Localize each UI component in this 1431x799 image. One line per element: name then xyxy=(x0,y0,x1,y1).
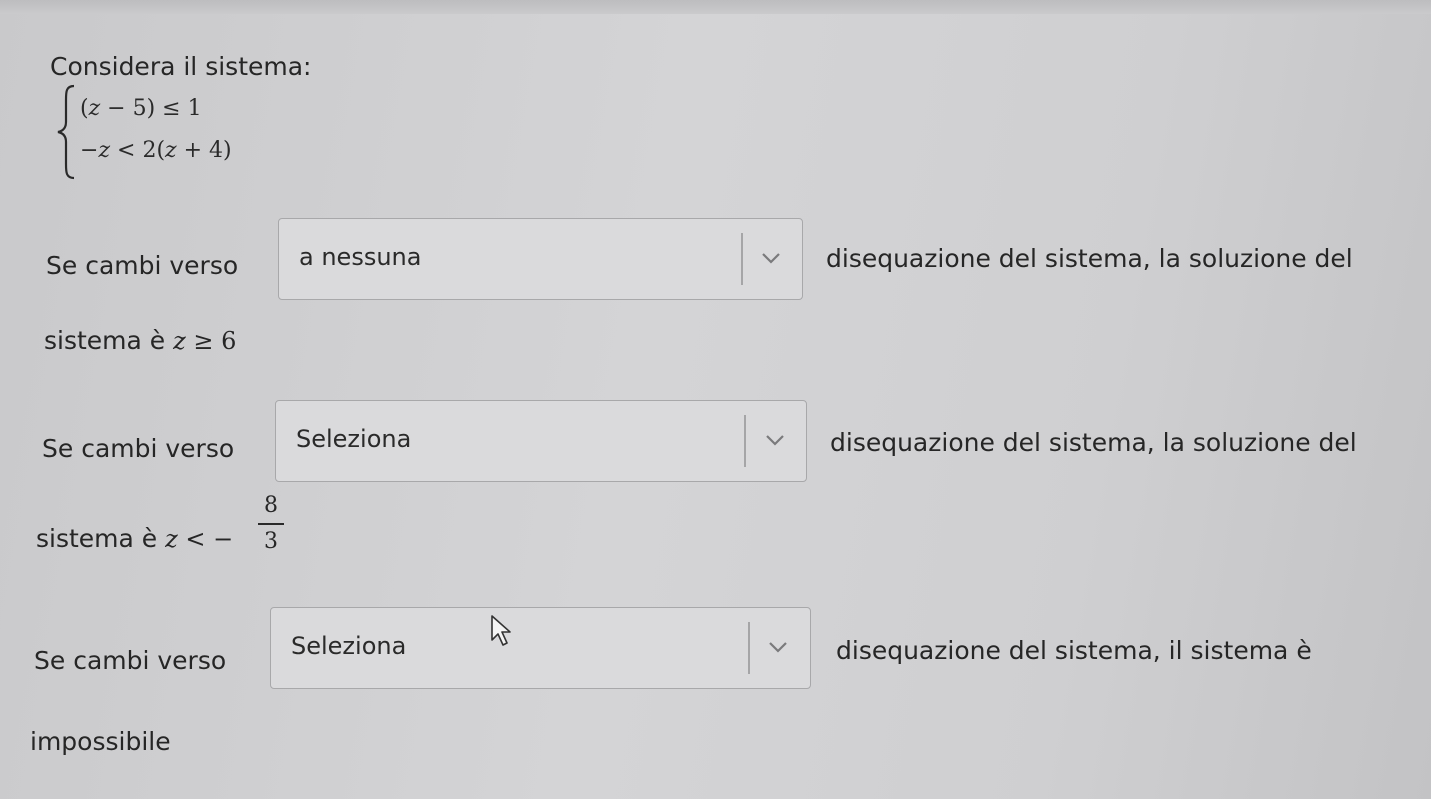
inequality-2: −z < 2(z + 4) xyxy=(80,138,232,163)
q1-prefix: Se cambi verso xyxy=(46,251,239,280)
mouse-pointer-icon xyxy=(491,615,511,646)
q3-continuation: impossibile xyxy=(30,727,171,756)
top-cropped-heading xyxy=(0,0,1431,14)
inequality-1: (z − 5) ≤ 1 xyxy=(80,96,202,121)
fraction-bar xyxy=(258,523,284,525)
chevron-down-icon[interactable] xyxy=(764,433,786,447)
dropdown-divider xyxy=(744,415,746,467)
q2-dropdown-value: Seleziona xyxy=(296,425,412,453)
fraction-denominator: 3 xyxy=(264,529,278,554)
q1-continuation: sistema è z ≥ 6 xyxy=(44,326,237,355)
chevron-down-icon[interactable] xyxy=(760,251,782,265)
chevron-down-icon[interactable] xyxy=(767,640,789,654)
dropdown-divider xyxy=(748,622,750,674)
q2-dropdown[interactable]: Seleziona xyxy=(275,400,807,482)
left-brace-icon xyxy=(57,84,75,180)
q3-dropdown-value: Seleziona xyxy=(291,632,407,660)
q1-dropdown[interactable]: a nessuna xyxy=(278,218,803,300)
q1-suffix: disequazione del sistema, la soluzione d… xyxy=(826,244,1353,273)
q2-suffix: disequazione del sistema, la soluzione d… xyxy=(830,428,1357,457)
problem-intro: Considera il sistema: xyxy=(50,52,312,81)
dropdown-divider xyxy=(741,233,743,285)
q3-prefix: Se cambi verso xyxy=(34,646,227,675)
q2-prefix: Se cambi verso xyxy=(42,434,235,463)
q1-dropdown-value: a nessuna xyxy=(299,243,422,271)
q3-suffix: disequazione del sistema, il sistema è xyxy=(836,636,1312,665)
q2-continuation: sistema è z < − xyxy=(36,524,234,553)
fraction: 8 3 xyxy=(258,493,284,554)
q3-dropdown[interactable]: Seleziona xyxy=(270,607,811,689)
fraction-numerator: 8 xyxy=(264,493,278,518)
